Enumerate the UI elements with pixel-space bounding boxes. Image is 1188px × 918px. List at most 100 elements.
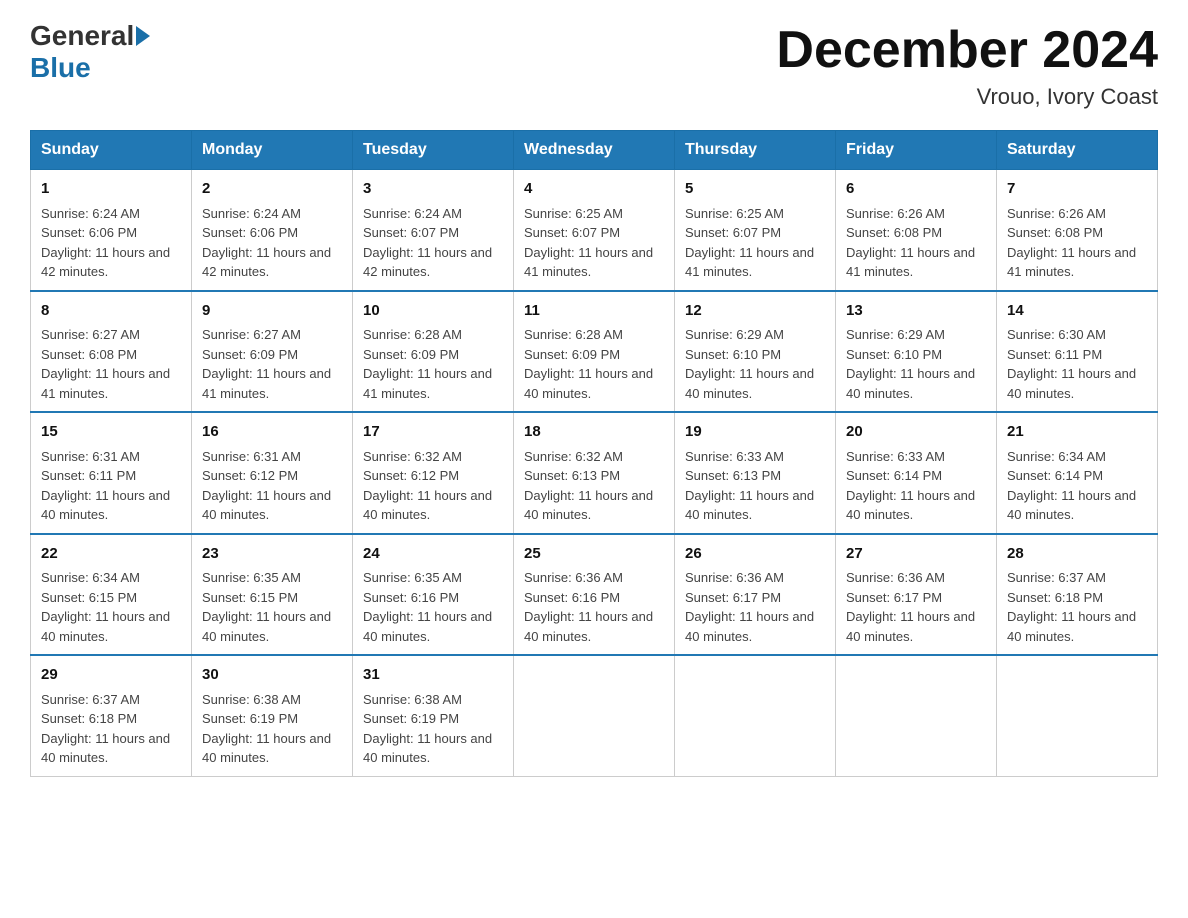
calendar-cell: 26 Sunrise: 6:36 AMSunset: 6:17 PMDayligh… xyxy=(675,534,836,656)
calendar-cell: 27 Sunrise: 6:36 AMSunset: 6:17 PMDayligh… xyxy=(836,534,997,656)
logo-general-text: General xyxy=(30,20,134,52)
calendar-cell: 17 Sunrise: 6:32 AMSunset: 6:12 PMDayligh… xyxy=(353,412,514,534)
header-saturday: Saturday xyxy=(997,131,1158,170)
day-number: 29 xyxy=(41,664,181,687)
day-number: 15 xyxy=(41,421,181,444)
calendar-cell: 11 Sunrise: 6:28 AMSunset: 6:09 PMDayligh… xyxy=(514,291,675,413)
calendar-week-row: 15 Sunrise: 6:31 AMSunset: 6:11 PMDayligh… xyxy=(31,412,1158,534)
day-number: 30 xyxy=(202,664,342,687)
header-sunday: Sunday xyxy=(31,131,192,170)
day-info: Sunrise: 6:35 AMSunset: 6:16 PMDaylight:… xyxy=(363,570,492,644)
calendar-cell: 3 Sunrise: 6:24 AMSunset: 6:07 PMDaylight… xyxy=(353,170,514,291)
day-info: Sunrise: 6:28 AMSunset: 6:09 PMDaylight:… xyxy=(363,327,492,401)
header-friday: Friday xyxy=(836,131,997,170)
calendar-cell: 24 Sunrise: 6:35 AMSunset: 6:16 PMDayligh… xyxy=(353,534,514,656)
day-number: 25 xyxy=(524,543,664,566)
day-number: 26 xyxy=(685,543,825,566)
day-number: 10 xyxy=(363,300,503,323)
day-info: Sunrise: 6:34 AMSunset: 6:15 PMDaylight:… xyxy=(41,570,170,644)
header-thursday: Thursday xyxy=(675,131,836,170)
day-number: 17 xyxy=(363,421,503,444)
calendar-cell: 8 Sunrise: 6:27 AMSunset: 6:08 PMDaylight… xyxy=(31,291,192,413)
day-info: Sunrise: 6:32 AMSunset: 6:13 PMDaylight:… xyxy=(524,449,653,523)
calendar-cell: 19 Sunrise: 6:33 AMSunset: 6:13 PMDayligh… xyxy=(675,412,836,534)
calendar-cell: 16Sunrise: 6:31 AMSunset: 6:12 PMDayligh… xyxy=(192,412,353,534)
calendar-cell: 15 Sunrise: 6:31 AMSunset: 6:11 PMDayligh… xyxy=(31,412,192,534)
calendar-cell: 13 Sunrise: 6:29 AMSunset: 6:10 PMDayligh… xyxy=(836,291,997,413)
day-info: Sunrise: 6:38 AMSunset: 6:19 PMDaylight:… xyxy=(363,692,492,766)
day-number: 1 xyxy=(41,178,181,201)
day-number: 9 xyxy=(202,300,342,323)
day-info: Sunrise: 6:30 AMSunset: 6:11 PMDaylight:… xyxy=(1007,327,1136,401)
calendar-cell xyxy=(514,655,675,776)
calendar-cell xyxy=(997,655,1158,776)
calendar-cell: 20Sunrise: 6:33 AMSunset: 6:14 PMDayligh… xyxy=(836,412,997,534)
day-info: Sunrise: 6:26 AMSunset: 6:08 PMDaylight:… xyxy=(1007,206,1136,280)
header-wednesday: Wednesday xyxy=(514,131,675,170)
calendar-cell: 22 Sunrise: 6:34 AMSunset: 6:15 PMDayligh… xyxy=(31,534,192,656)
day-info: Sunrise: 6:33 AMSunset: 6:13 PMDaylight:… xyxy=(685,449,814,523)
calendar-cell: 21 Sunrise: 6:34 AMSunset: 6:14 PMDayligh… xyxy=(997,412,1158,534)
calendar-cell: 23Sunrise: 6:35 AMSunset: 6:15 PMDayligh… xyxy=(192,534,353,656)
day-number: 11 xyxy=(524,300,664,323)
day-number: 24 xyxy=(363,543,503,566)
day-number: 27 xyxy=(846,543,986,566)
calendar-cell: 9 Sunrise: 6:27 AMSunset: 6:09 PMDaylight… xyxy=(192,291,353,413)
day-number: 19 xyxy=(685,421,825,444)
day-info: Sunrise: 6:34 AMSunset: 6:14 PMDaylight:… xyxy=(1007,449,1136,523)
day-number: 6 xyxy=(846,178,986,201)
calendar-table: SundayMondayTuesdayWednesdayThursdayFrid… xyxy=(30,130,1158,777)
day-info: Sunrise: 6:38 AMSunset: 6:19 PMDaylight:… xyxy=(202,692,331,766)
calendar-cell: 5 Sunrise: 6:25 AMSunset: 6:07 PMDaylight… xyxy=(675,170,836,291)
day-number: 2 xyxy=(202,178,342,201)
day-info: Sunrise: 6:36 AMSunset: 6:17 PMDaylight:… xyxy=(846,570,975,644)
calendar-cell: 4Sunrise: 6:25 AMSunset: 6:07 PMDaylight… xyxy=(514,170,675,291)
day-number: 31 xyxy=(363,664,503,687)
calendar-cell: 31 Sunrise: 6:38 AMSunset: 6:19 PMDayligh… xyxy=(353,655,514,776)
day-info: Sunrise: 6:29 AMSunset: 6:10 PMDaylight:… xyxy=(846,327,975,401)
day-number: 14 xyxy=(1007,300,1147,323)
calendar-week-row: 8 Sunrise: 6:27 AMSunset: 6:08 PMDaylight… xyxy=(31,291,1158,413)
calendar-header-row: SundayMondayTuesdayWednesdayThursdayFrid… xyxy=(31,131,1158,170)
day-number: 12 xyxy=(685,300,825,323)
day-number: 23 xyxy=(202,543,342,566)
day-info: Sunrise: 6:33 AMSunset: 6:14 PMDaylight:… xyxy=(846,449,975,523)
calendar-cell: 30 Sunrise: 6:38 AMSunset: 6:19 PMDayligh… xyxy=(192,655,353,776)
day-number: 28 xyxy=(1007,543,1147,566)
day-number: 18 xyxy=(524,421,664,444)
day-number: 22 xyxy=(41,543,181,566)
day-number: 13 xyxy=(846,300,986,323)
calendar-cell: 6 Sunrise: 6:26 AMSunset: 6:08 PMDaylight… xyxy=(836,170,997,291)
day-info: Sunrise: 6:31 AMSunset: 6:11 PMDaylight:… xyxy=(41,449,170,523)
day-info: Sunrise: 6:24 AMSunset: 6:07 PMDaylight:… xyxy=(363,206,492,280)
day-number: 7 xyxy=(1007,178,1147,201)
logo-blue-text: Blue xyxy=(30,52,91,84)
calendar-cell: 10 Sunrise: 6:28 AMSunset: 6:09 PMDayligh… xyxy=(353,291,514,413)
calendar-cell: 14 Sunrise: 6:30 AMSunset: 6:11 PMDayligh… xyxy=(997,291,1158,413)
calendar-cell xyxy=(675,655,836,776)
day-info: Sunrise: 6:24 AMSunset: 6:06 PMDaylight:… xyxy=(41,206,170,280)
day-number: 3 xyxy=(363,178,503,201)
day-info: Sunrise: 6:32 AMSunset: 6:12 PMDaylight:… xyxy=(363,449,492,523)
day-info: Sunrise: 6:28 AMSunset: 6:09 PMDaylight:… xyxy=(524,327,653,401)
day-number: 21 xyxy=(1007,421,1147,444)
month-title: December 2024 xyxy=(776,20,1158,80)
day-number: 8 xyxy=(41,300,181,323)
day-info: Sunrise: 6:24 AMSunset: 6:06 PMDaylight:… xyxy=(202,206,331,280)
logo: General Blue xyxy=(30,20,152,84)
day-info: Sunrise: 6:27 AMSunset: 6:08 PMDaylight:… xyxy=(41,327,170,401)
day-info: Sunrise: 6:25 AMSunset: 6:07 PMDaylight:… xyxy=(524,206,653,280)
calendar-week-row: 1 Sunrise: 6:24 AMSunset: 6:06 PMDaylight… xyxy=(31,170,1158,291)
day-info: Sunrise: 6:29 AMSunset: 6:10 PMDaylight:… xyxy=(685,327,814,401)
day-info: Sunrise: 6:36 AMSunset: 6:16 PMDaylight:… xyxy=(524,570,653,644)
calendar-cell: 29Sunrise: 6:37 AMSunset: 6:18 PMDayligh… xyxy=(31,655,192,776)
calendar-week-row: 29Sunrise: 6:37 AMSunset: 6:18 PMDayligh… xyxy=(31,655,1158,776)
calendar-cell: 25 Sunrise: 6:36 AMSunset: 6:16 PMDayligh… xyxy=(514,534,675,656)
day-number: 5 xyxy=(685,178,825,201)
day-info: Sunrise: 6:26 AMSunset: 6:08 PMDaylight:… xyxy=(846,206,975,280)
day-info: Sunrise: 6:27 AMSunset: 6:09 PMDaylight:… xyxy=(202,327,331,401)
day-number: 16 xyxy=(202,421,342,444)
day-info: Sunrise: 6:25 AMSunset: 6:07 PMDaylight:… xyxy=(685,206,814,280)
calendar-week-row: 22 Sunrise: 6:34 AMSunset: 6:15 PMDayligh… xyxy=(31,534,1158,656)
day-info: Sunrise: 6:36 AMSunset: 6:17 PMDaylight:… xyxy=(685,570,814,644)
